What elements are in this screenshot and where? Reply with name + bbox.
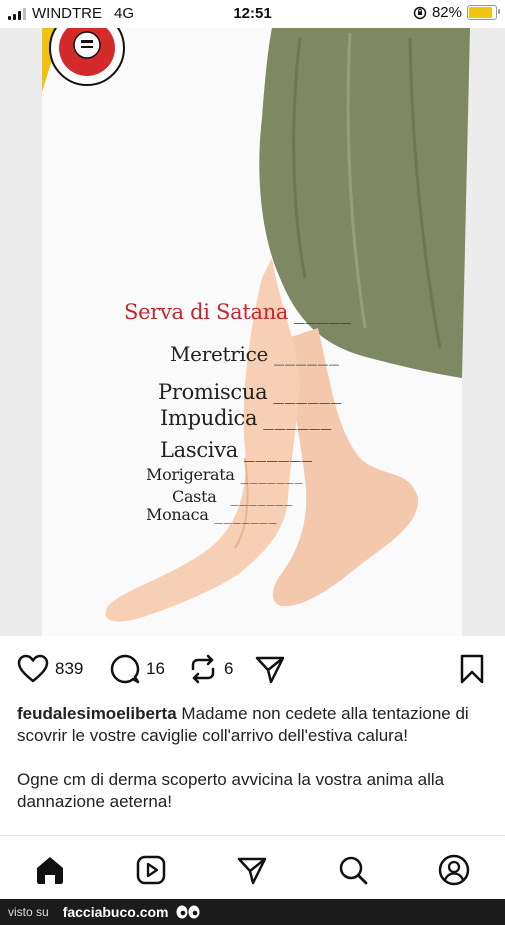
comment-icon[interactable]	[110, 654, 140, 684]
label-casta: Casta _______	[172, 487, 294, 506]
label-promiscua: Promiscua ______	[158, 380, 343, 404]
reels-icon[interactable]	[135, 854, 167, 886]
status-bar: WINDTRE 4G 12:51 82%	[0, 0, 505, 28]
status-right: 82%	[413, 4, 500, 21]
watermark-bar: visto su facciabuco.com	[0, 899, 505, 925]
nav-reels[interactable]	[133, 852, 169, 888]
eyes-icon	[176, 905, 200, 919]
nav-home[interactable]	[32, 852, 68, 888]
profile-icon[interactable]	[438, 854, 470, 886]
caption-username[interactable]: feudalesimoeliberta	[17, 704, 177, 723]
label-list: Serva di Satana _____ Meretrice ______ Pro…	[0, 28, 505, 636]
repost-action[interactable]: 6	[188, 646, 233, 692]
post-actions: 839 16 6	[0, 646, 505, 692]
orientation-lock-icon	[413, 6, 427, 19]
share-icon[interactable]	[254, 654, 286, 684]
caption-paragraph-2: Ogne cm di derma scoperto avvicina la vo…	[17, 770, 445, 811]
nav-profile[interactable]	[436, 852, 472, 888]
nav-search[interactable]	[335, 852, 371, 888]
watermark-prefix: visto su	[8, 905, 49, 919]
battery-percent: 82%	[431, 4, 462, 21]
repost-icon[interactable]	[188, 654, 218, 684]
comment-action[interactable]: 16	[110, 646, 165, 692]
battery-icon	[467, 5, 500, 20]
search-icon[interactable]	[337, 854, 369, 886]
watermark-site[interactable]: facciabuco.com	[63, 904, 169, 920]
label-morigerata: Morigerata _______	[146, 465, 304, 484]
label-serva-di-satana: Serva di Satana _____	[124, 300, 352, 324]
post-image[interactable]: Serva di Satana _____ Meretrice ______ Pro…	[0, 28, 505, 636]
label-lasciva: Lasciva ______	[160, 438, 314, 462]
like-count: 839	[55, 659, 84, 678]
label-meretrice: Meretrice ______	[170, 342, 341, 366]
save-action[interactable]	[459, 646, 485, 692]
caption-paragraph-1: feudalesimoeliberta Madame non cedete al…	[17, 703, 487, 747]
send-icon[interactable]	[236, 854, 268, 886]
nav-messages[interactable]	[234, 852, 270, 888]
label-impudica: Impudica ______	[160, 406, 333, 430]
bookmark-icon[interactable]	[459, 654, 485, 684]
like-action[interactable]: 839	[17, 646, 83, 692]
post-caption: feudalesimoeliberta Madame non cedete al…	[17, 703, 487, 835]
home-icon[interactable]	[34, 854, 66, 886]
share-action[interactable]	[254, 646, 286, 692]
heart-icon[interactable]	[17, 654, 49, 684]
label-monaca: Monaca _______	[146, 505, 278, 524]
bottom-nav	[0, 835, 505, 900]
comment-count: 16	[146, 659, 165, 678]
repost-count: 6	[224, 659, 234, 678]
